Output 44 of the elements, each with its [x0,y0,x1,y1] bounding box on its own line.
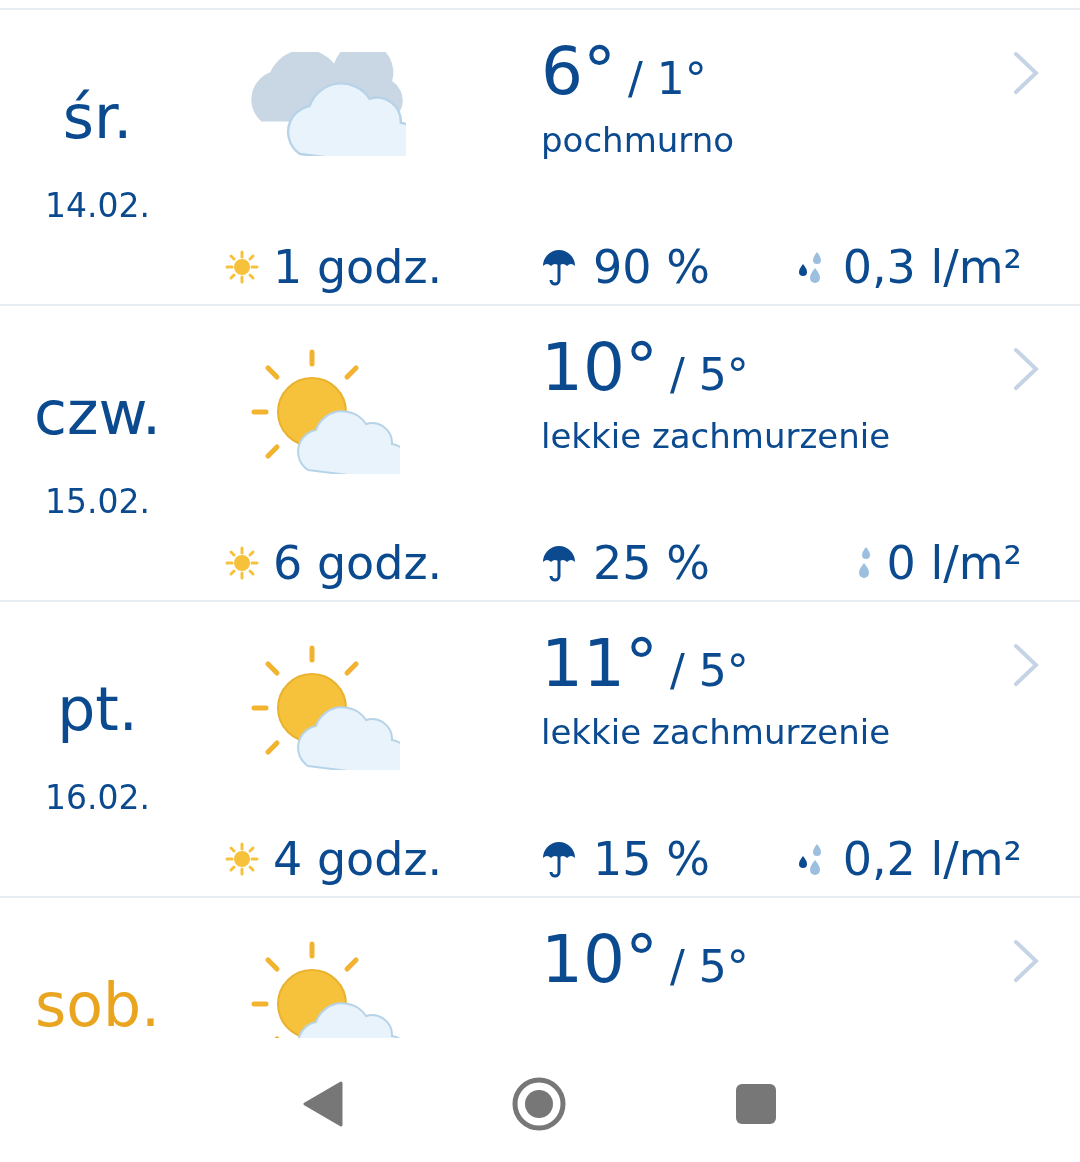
sunshine-hours: 4 godz. [273,832,443,886]
rain-amount: 0,2 l/m² [842,832,1022,886]
low-temperature: / 5° [670,349,749,400]
umbrella-icon [541,248,577,286]
back-button[interactable] [303,1081,343,1127]
high-temperature: 6° [541,32,616,112]
date-label: 15.02. [45,482,150,521]
high-temperature: 10° [541,328,658,408]
home-button[interactable] [511,1076,567,1132]
sun-icon [225,250,259,284]
umbrella-icon [541,840,577,878]
rain-amount: 0,3 l/m² [842,240,1022,294]
date-label: 16.02. [45,778,150,817]
date-label: 14.02. [45,186,150,225]
rain-amount: 0 l/m² [886,536,1022,590]
chevron-right-icon[interactable] [1012,938,1040,984]
day-name: pt. [57,674,138,744]
sun-icon [225,842,259,876]
sun-icon [225,546,259,580]
high-temperature: 10° [541,920,658,1000]
cloudy-icon [250,52,406,156]
condition-label: pochmurno [541,120,736,160]
day-name: sob. [34,970,161,1038]
rain-probability: 15 % [593,832,710,886]
condition-label: lekkie zachmurzenie [541,416,892,456]
chevron-right-icon[interactable] [1012,50,1040,96]
umbrella-icon [541,544,577,582]
rain-probability: 90 % [593,240,710,294]
sun-cloud-icon [250,940,400,1038]
condition-label: lekkie zachmurzenie [541,712,892,752]
recents-button[interactable] [735,1083,777,1125]
low-temperature: / 5° [670,645,749,696]
day-name: czw. [33,378,162,448]
day-name: śr. [62,82,133,152]
low-temperature: / 5° [670,941,749,992]
sun-cloud-icon [250,644,400,770]
sunshine-hours: 6 godz. [273,536,443,590]
rain-probability: 25 % [593,536,710,590]
sunshine-hours: 1 godz. [273,240,443,294]
chevron-right-icon[interactable] [1012,346,1040,392]
sun-cloud-icon [250,348,400,474]
chevron-right-icon[interactable] [1012,642,1040,688]
high-temperature: 11° [541,624,658,704]
low-temperature: / 1° [628,53,707,104]
